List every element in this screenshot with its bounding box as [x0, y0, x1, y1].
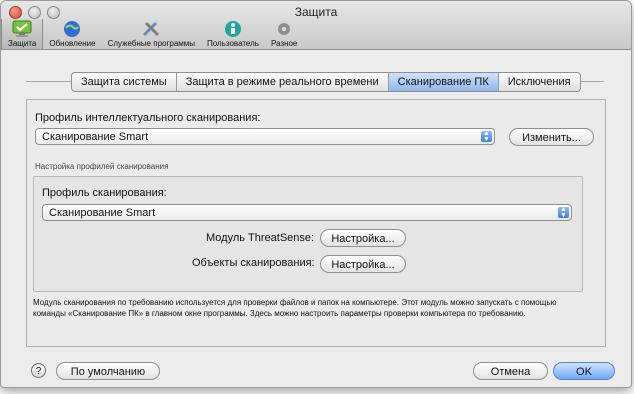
chevron-updown-icon: ▲ ▼: [558, 206, 569, 219]
tab-bar: Защита системы Защита в режиме реального…: [71, 72, 581, 92]
toolbar-item-user[interactable]: Пользователь: [201, 19, 265, 49]
ok-button[interactable]: OK: [553, 362, 615, 380]
toolbar-item-utilities[interactable]: Служебные программы: [102, 19, 201, 49]
toolbar-item-label: Служебные программы: [107, 39, 196, 48]
gear-icon: [272, 19, 296, 39]
tab-panel: Профиль интеллектуального сканирования: …: [26, 99, 606, 347]
chevron-updown-icon: ▲ ▼: [481, 130, 492, 143]
content-area: Защита системы Защита в режиме реального…: [1, 51, 631, 387]
scan-objects-setup-button[interactable]: Настройка...: [320, 255, 406, 273]
smart-profile-select[interactable]: Сканирование Smart ▲ ▼: [35, 128, 495, 145]
scan-profile-value: Сканирование Smart: [49, 207, 156, 219]
toolbar-item-protection[interactable]: Защита: [1, 19, 44, 49]
cancel-button[interactable]: Отмена: [473, 362, 548, 380]
tab-realtime-protection[interactable]: Защита в режиме реального времени: [177, 73, 389, 91]
threatsense-setup-button[interactable]: Настройка...: [320, 229, 406, 247]
change-button[interactable]: Изменить...: [509, 128, 594, 146]
monitor-check-icon: [10, 19, 34, 39]
preferences-window: Защита Защита Обновление Служебные прогр…: [0, 0, 632, 388]
description-text: Модуль сканирования по требованию исполь…: [33, 298, 557, 318]
toolbar-items: Защита Обновление Служебные программы По…: [1, 19, 303, 49]
globe-icon: [60, 19, 84, 39]
toolbar-item-label: Защита: [8, 39, 37, 48]
threatsense-label: Модуль ThreatSense:: [206, 232, 315, 244]
tab-computer-scan[interactable]: Сканирование ПК: [388, 73, 499, 91]
defaults-button[interactable]: По умолчанию: [56, 362, 160, 380]
tab-system-protection[interactable]: Защита системы: [72, 73, 177, 91]
toolbar-item-update[interactable]: Обновление: [43, 19, 101, 49]
tools-icon: [139, 19, 163, 39]
toolbar-item-label: Обновление: [49, 39, 96, 48]
toolbar-item-misc[interactable]: Разное: [265, 19, 303, 49]
scan-profile-select[interactable]: Сканирование Smart ▲ ▼: [42, 204, 572, 221]
help-button[interactable]: ?: [31, 363, 46, 378]
toolbar-item-label: Разное: [270, 39, 298, 48]
smart-profile-value: Сканирование Smart: [42, 131, 149, 143]
smart-profile-label: Профиль интеллектуального сканирования:: [35, 112, 261, 124]
user-icon: [221, 19, 245, 39]
group-title: Настройка профилей сканирования: [35, 162, 169, 171]
scan-objects-label: Объекты сканирования:: [192, 257, 315, 269]
tab-exclusions[interactable]: Исключения: [499, 73, 580, 91]
scan-profile-label: Профиль сканирования:: [42, 187, 167, 199]
toolbar: Защита Защита Обновление Служебные прогр…: [1, 1, 631, 50]
toolbar-item-label: Пользователь: [207, 39, 259, 48]
scan-profile-group: Профиль сканирования: Сканирование Smart…: [33, 176, 583, 292]
window-title: Защита: [294, 5, 338, 19]
